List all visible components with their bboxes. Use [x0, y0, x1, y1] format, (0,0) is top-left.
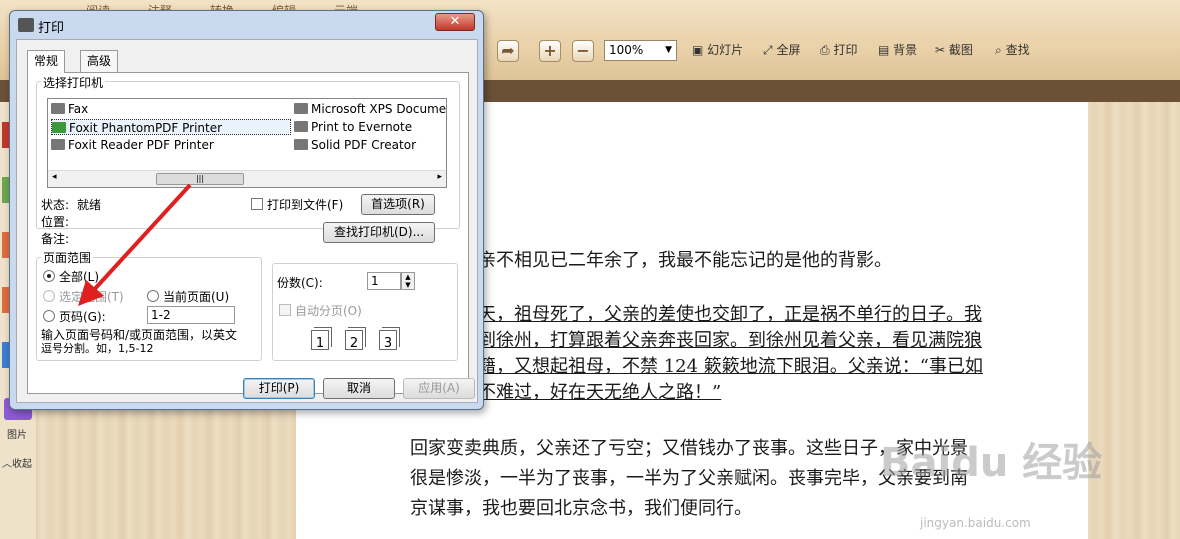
annotation-arrow [78, 183, 192, 306]
tab-general[interactable]: 常规 [27, 50, 66, 73]
arrow-shaft [90, 183, 192, 294]
